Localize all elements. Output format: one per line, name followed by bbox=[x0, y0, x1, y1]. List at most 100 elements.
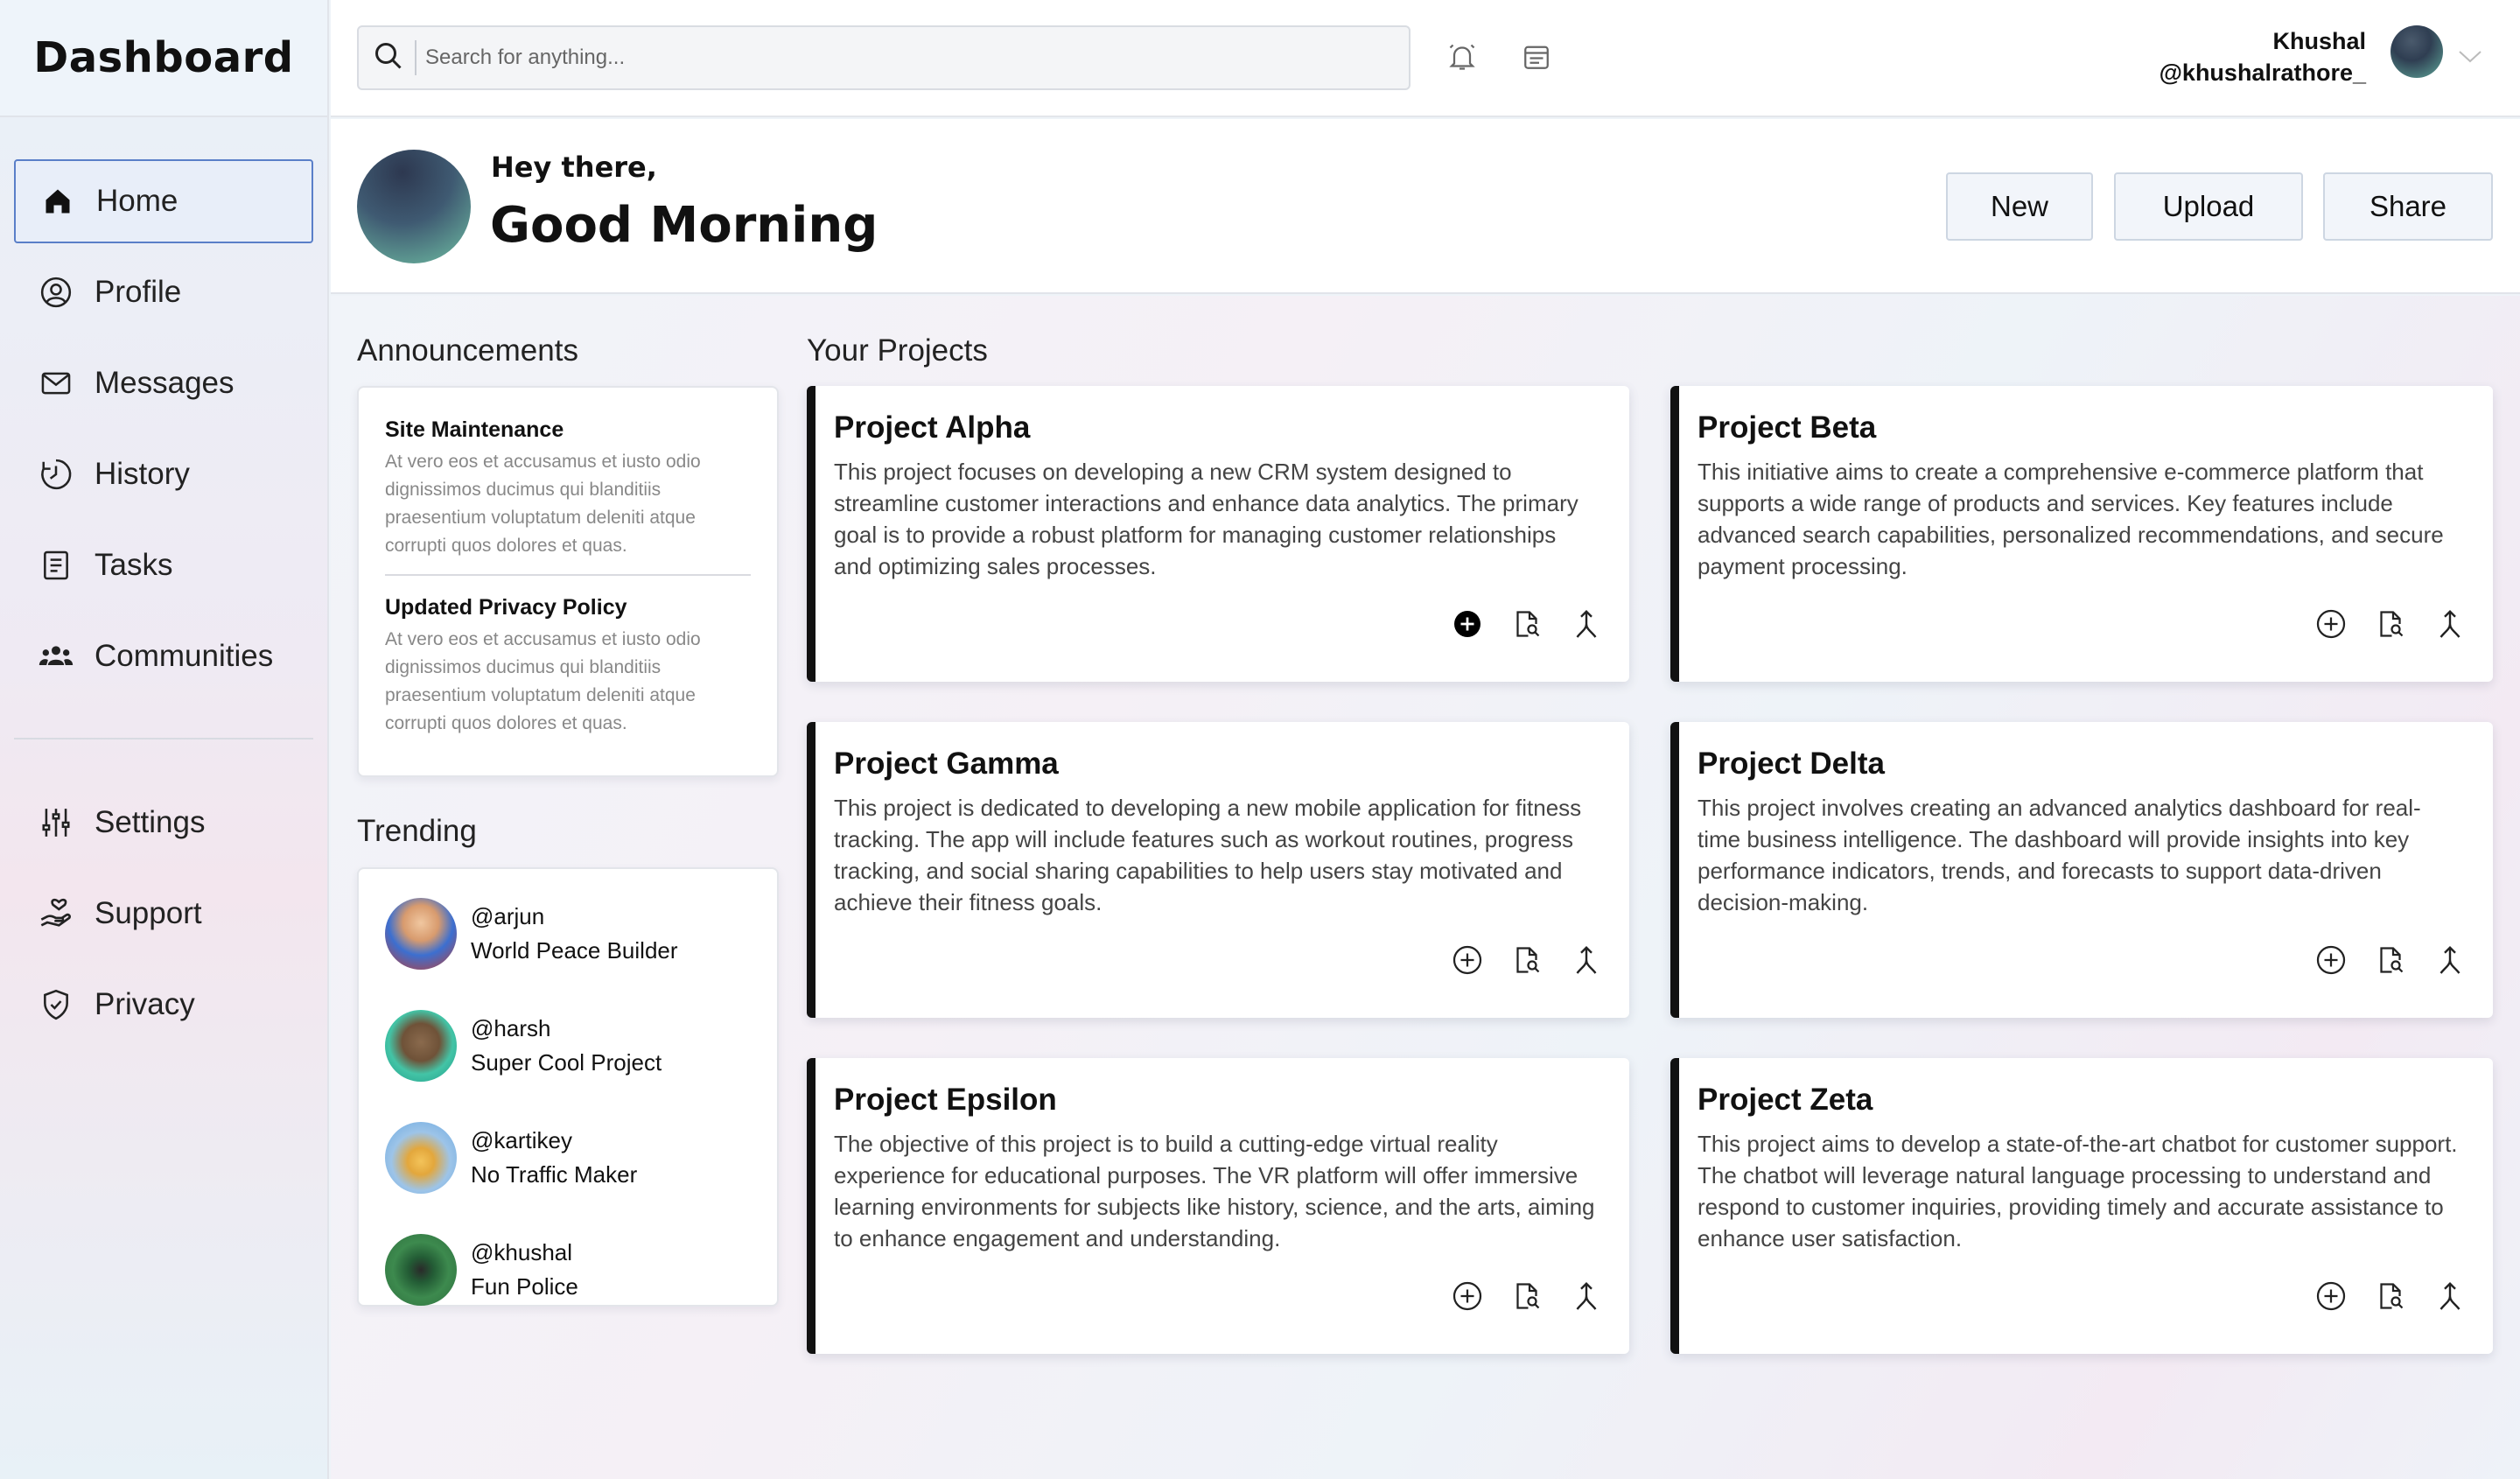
project-card-alpha[interactable]: Project Alpha This project focuses on de… bbox=[807, 386, 1629, 682]
project-title: Project Gamma bbox=[834, 747, 1059, 781]
merge-arrow-icon[interactable] bbox=[1570, 607, 1603, 641]
history-icon bbox=[38, 457, 74, 492]
merge-arrow-icon[interactable] bbox=[2433, 943, 2467, 977]
avatar bbox=[385, 1234, 457, 1306]
announcements-title: Announcements bbox=[357, 333, 578, 368]
app-title: Dashboard bbox=[0, 0, 327, 117]
list-item[interactable]: @kartikey No Traffic Maker bbox=[385, 1102, 751, 1214]
announcement-item[interactable]: Updated Privacy Policy At vero eos et ac… bbox=[385, 595, 751, 738]
search-input[interactable] bbox=[415, 40, 1377, 75]
project-description: This project involves creating an advanc… bbox=[1698, 795, 2421, 915]
avatar bbox=[385, 898, 457, 970]
project-title: Project Epsilon bbox=[834, 1083, 1057, 1117]
sidebar-item-privacy[interactable]: Privacy bbox=[14, 963, 313, 1047]
sidebar-item-label: Messages bbox=[94, 366, 234, 400]
shield-check-icon bbox=[38, 987, 74, 1022]
bell-icon[interactable] bbox=[1446, 41, 1481, 76]
avatar bbox=[385, 1122, 457, 1194]
user-circle-icon bbox=[38, 275, 74, 310]
list-item[interactable]: @khushal Fun Police bbox=[385, 1214, 751, 1326]
file-search-icon[interactable] bbox=[2374, 607, 2407, 641]
announcement-title: Site Maintenance bbox=[385, 417, 564, 442]
list-item[interactable]: @arjun World Peace Builder bbox=[385, 878, 751, 990]
add-circle-icon[interactable] bbox=[2314, 943, 2348, 977]
user-handle: @khushalrathore_ bbox=[2159, 60, 2366, 86]
sidebar-item-label: Support bbox=[94, 896, 202, 930]
calendar-icon[interactable] bbox=[1521, 41, 1556, 76]
file-search-icon[interactable] bbox=[2374, 943, 2407, 977]
sidebar-item-communities[interactable]: Communities bbox=[14, 614, 313, 698]
add-circle-icon[interactable] bbox=[1451, 607, 1484, 641]
project-card-beta[interactable]: Project Beta This initiative aims to cre… bbox=[1670, 386, 2493, 682]
file-search-icon[interactable] bbox=[2374, 1279, 2407, 1313]
sidebar-item-label: Profile bbox=[94, 275, 182, 309]
project-description: This project is dedicated to developing … bbox=[834, 795, 1582, 915]
sidebar-item-label: History bbox=[94, 457, 190, 491]
file-search-icon[interactable] bbox=[1510, 943, 1544, 977]
project-title: Project Alpha bbox=[834, 410, 1031, 445]
clipboard-icon bbox=[38, 548, 74, 583]
sidebar-item-settings[interactable]: Settings bbox=[14, 781, 313, 865]
chevron-down-icon[interactable] bbox=[2457, 49, 2483, 69]
trend-description: Fun Police bbox=[471, 1273, 578, 1300]
project-card-epsilon[interactable]: Project Epsilon The objective of this pr… bbox=[807, 1058, 1629, 1354]
page-title: Good Morning bbox=[490, 197, 878, 254]
sidebar-item-history[interactable]: History bbox=[14, 432, 313, 516]
file-search-icon[interactable] bbox=[1510, 607, 1544, 641]
sidebar: Dashboard Home Profile Messages History bbox=[0, 0, 329, 1479]
project-description: This project focuses on developing a new… bbox=[834, 459, 1578, 579]
envelope-icon bbox=[38, 366, 74, 401]
trend-handle: @arjun bbox=[471, 903, 545, 929]
search-box[interactable] bbox=[357, 25, 1410, 90]
project-description: The objective of this project is to buil… bbox=[834, 1131, 1595, 1251]
project-description: This project aims to develop a state-of-… bbox=[1698, 1131, 2458, 1251]
home-icon bbox=[40, 184, 75, 219]
new-button[interactable]: New bbox=[1946, 172, 2093, 241]
add-circle-icon[interactable] bbox=[2314, 1279, 2348, 1313]
share-button[interactable]: Share bbox=[2323, 172, 2493, 241]
card-actions bbox=[1451, 607, 1603, 641]
announcement-body: At vero eos et accusamus et iusto odio d… bbox=[385, 452, 701, 556]
list-item[interactable]: @harsh Super Cool Project bbox=[385, 990, 751, 1102]
sidebar-item-tasks[interactable]: Tasks bbox=[14, 523, 313, 607]
sidebar-item-messages[interactable]: Messages bbox=[14, 341, 313, 425]
upload-button[interactable]: Upload bbox=[2114, 172, 2303, 241]
file-search-icon[interactable] bbox=[1510, 1279, 1544, 1313]
merge-arrow-icon[interactable] bbox=[1570, 1279, 1603, 1313]
card-actions bbox=[1451, 1279, 1603, 1313]
avatar[interactable] bbox=[2390, 25, 2443, 78]
sidebar-nav-secondary: Settings Support Privacy bbox=[14, 781, 313, 1054]
sidebar-item-support[interactable]: Support bbox=[14, 872, 313, 956]
top-bar: Khushal @khushalrathore_ bbox=[331, 0, 2520, 117]
merge-arrow-icon[interactable] bbox=[2433, 1279, 2467, 1313]
sidebar-item-label: Communities bbox=[94, 639, 274, 673]
sidebar-item-label: Privacy bbox=[94, 987, 195, 1021]
project-card-delta[interactable]: Project Delta This project involves crea… bbox=[1670, 722, 2493, 1018]
card-actions bbox=[2314, 943, 2467, 977]
sidebar-item-label: Settings bbox=[94, 805, 206, 839]
search-icon bbox=[373, 40, 404, 76]
sidebar-nav: Home Profile Messages History Tasks Comm… bbox=[14, 159, 313, 705]
sidebar-item-profile[interactable]: Profile bbox=[14, 250, 313, 334]
merge-arrow-icon[interactable] bbox=[2433, 607, 2467, 641]
project-title: Project Zeta bbox=[1698, 1083, 1873, 1117]
sidebar-item-home[interactable]: Home bbox=[14, 159, 313, 243]
sliders-icon bbox=[38, 805, 74, 840]
trend-description: World Peace Builder bbox=[471, 937, 678, 964]
trend-handle: @khushal bbox=[471, 1239, 573, 1265]
project-card-zeta[interactable]: Project Zeta This project aims to develo… bbox=[1670, 1058, 2493, 1354]
merge-arrow-icon[interactable] bbox=[1570, 943, 1603, 977]
add-circle-icon[interactable] bbox=[1451, 1279, 1484, 1313]
project-description: This initiative aims to create a compreh… bbox=[1698, 459, 2444, 579]
add-circle-icon[interactable] bbox=[2314, 607, 2348, 641]
announcement-item[interactable]: Site Maintenance At vero eos et accusamu… bbox=[385, 417, 751, 560]
project-card-gamma[interactable]: Project Gamma This project is dedicated … bbox=[807, 722, 1629, 1018]
announcement-body: At vero eos et accusamus et iusto odio d… bbox=[385, 629, 701, 733]
trend-description: Super Cool Project bbox=[471, 1049, 662, 1076]
trending-title: Trending bbox=[357, 814, 477, 848]
card-actions bbox=[2314, 1279, 2467, 1313]
projects-title: Your Projects bbox=[807, 333, 988, 368]
trend-description: No Traffic Maker bbox=[471, 1161, 638, 1188]
add-circle-icon[interactable] bbox=[1451, 943, 1484, 977]
avatar bbox=[357, 150, 471, 263]
